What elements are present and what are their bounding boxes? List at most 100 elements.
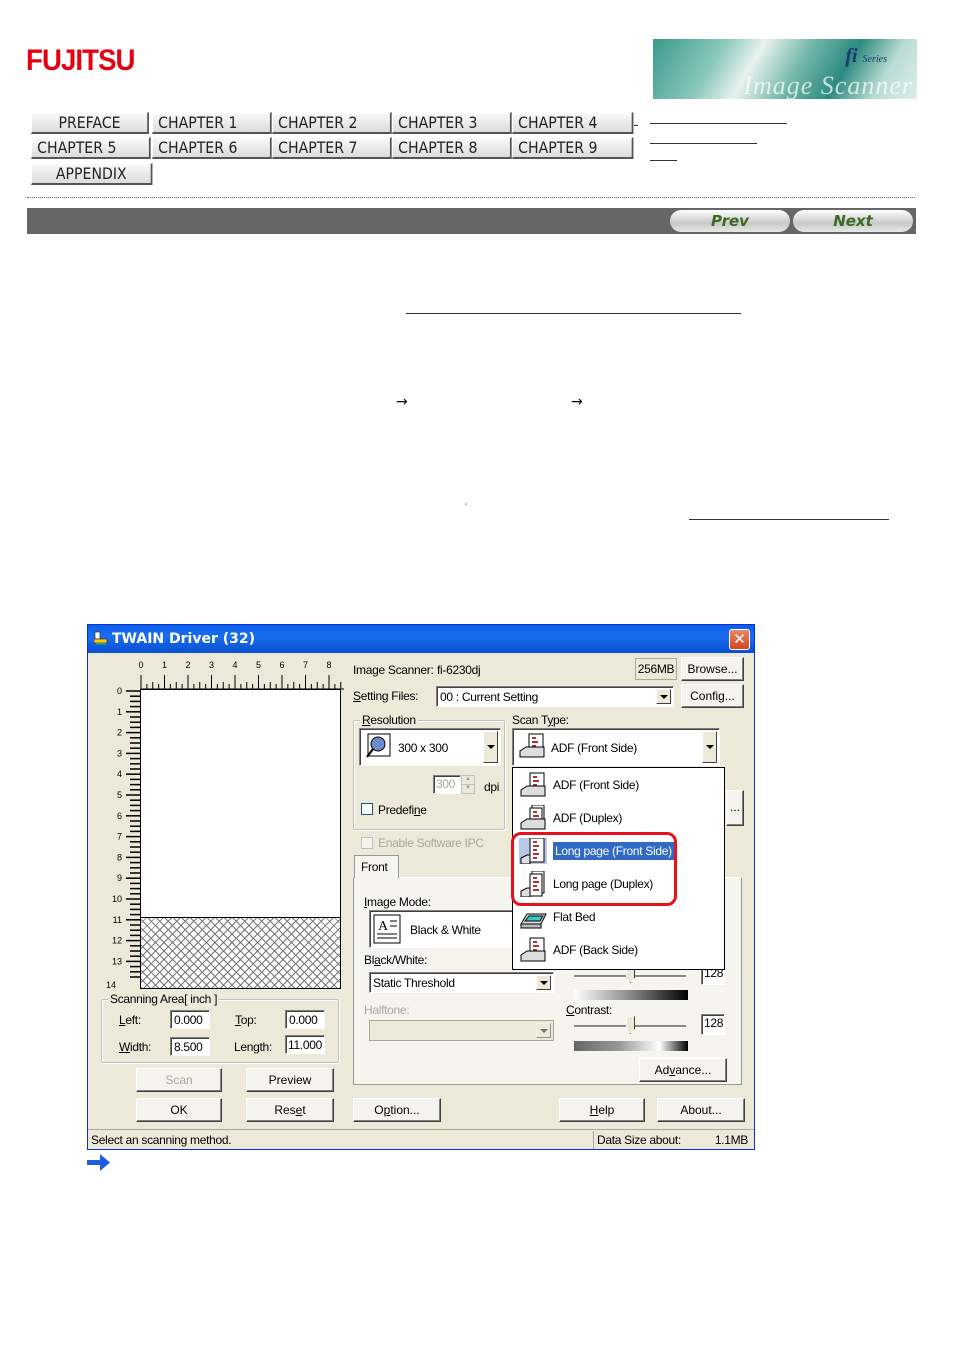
ruler-left-label: 4 xyxy=(117,769,122,779)
banner-word: Image Scanner xyxy=(743,71,913,99)
chevron-down-icon[interactable] xyxy=(702,731,717,763)
scan-type-dropdown[interactable]: ADF (Front Side) xyxy=(512,728,720,766)
nav-chapter-7[interactable]: CHAPTER 7 xyxy=(272,137,392,159)
ok-button[interactable]: OK xyxy=(136,1098,222,1122)
next-button[interactable]: Next xyxy=(793,210,913,232)
body-link-1[interactable] xyxy=(406,313,741,314)
setting-files-value: 00 : Current Setting xyxy=(440,690,539,704)
ruler-left-label: 9 xyxy=(117,873,122,883)
chevron-down-icon[interactable] xyxy=(656,689,671,704)
link-underline-1[interactable] xyxy=(650,123,787,124)
ruler-left-label: 6 xyxy=(117,811,122,821)
scan-type-option[interactable]: ADF (Back Side) xyxy=(513,933,722,966)
config-button[interactable]: Config... xyxy=(681,684,744,708)
ruler-top-label: 5 xyxy=(256,660,261,670)
scan-type-option-label: Flat Bed xyxy=(553,910,596,924)
chevron-down-icon[interactable] xyxy=(483,731,498,763)
spin-down-icon[interactable]: ▼ xyxy=(462,785,474,791)
dpi-input[interactable]: 300 xyxy=(433,775,461,794)
ruler-left-label: 10 xyxy=(112,894,122,904)
data-size-value: 1.1MB xyxy=(714,1133,748,1147)
left-label: Left: xyxy=(119,1013,141,1027)
link-underline-3[interactable] xyxy=(650,160,677,161)
nav-chapter-5[interactable]: CHAPTER 5 xyxy=(31,137,151,159)
predefine-checkbox[interactable] xyxy=(361,803,373,815)
link-underline-2[interactable] xyxy=(650,143,757,144)
ruler-top: 0 1 2 3 4 5 6 7 8 xyxy=(138,660,344,690)
prev-button[interactable]: Prev xyxy=(670,210,790,232)
dpi-spinner[interactable]: ▲ ▼ xyxy=(461,775,475,794)
spin-up-icon[interactable]: ▲ xyxy=(462,776,474,785)
nav-chapter-1[interactable]: CHAPTER 1 xyxy=(152,112,272,134)
image-mode-value: Black & White xyxy=(410,923,481,937)
ruler-top-label: 6 xyxy=(279,660,284,670)
resolution-title: Resolution xyxy=(360,713,418,727)
chevron-down-icon[interactable] xyxy=(536,975,551,990)
enable-ipc-label: Enable Software IPC xyxy=(378,836,484,850)
bw-dropdown[interactable]: Static Threshold xyxy=(369,972,554,993)
bw-label: Black/White: xyxy=(364,953,428,967)
option-button[interactable]: Option... xyxy=(353,1098,441,1122)
scan-button[interactable]: Scan xyxy=(136,1068,222,1092)
banner-brand: fi Series xyxy=(845,45,887,67)
ruler-left-label: 2 xyxy=(117,728,122,738)
ruler-left: 01234567891011121314 xyxy=(106,686,140,990)
ruler-top-label: 8 xyxy=(326,660,331,670)
scanning-area-title: Scanning Area[ inch ] xyxy=(108,992,220,1006)
tab-front[interactable]: Front xyxy=(354,855,399,878)
preview-button[interactable]: Preview xyxy=(246,1068,334,1092)
halftone-dropdown[interactable] xyxy=(369,1020,554,1041)
logo-text: FUJITSU xyxy=(26,44,135,77)
apostrophe-mark: ′ xyxy=(465,503,468,513)
preview-page-area[interactable] xyxy=(140,689,341,919)
help-button[interactable]: Help xyxy=(559,1098,645,1122)
nav-chapter-4[interactable]: CHAPTER 4 xyxy=(512,112,634,134)
nav-preface[interactable]: PREFACE xyxy=(31,112,149,134)
advance-button[interactable]: Advance... xyxy=(639,1058,727,1082)
scan-type-option[interactable]: ADF (Front Side) xyxy=(513,768,722,801)
nav-appendix[interactable]: APPENDIX xyxy=(31,163,153,185)
setting-files-label: Setting Files: xyxy=(353,689,419,703)
scan-type-label: Scan Type: xyxy=(512,713,569,727)
halftone-label: Halftone: xyxy=(364,1003,410,1017)
setting-files-dropdown[interactable]: 00 : Current Setting xyxy=(436,686,674,707)
image-mode-label: Image Mode: xyxy=(364,895,431,909)
reset-button[interactable]: Reset xyxy=(246,1098,334,1122)
enable-ipc-checkbox[interactable] xyxy=(361,837,373,849)
twain-driver-dialog: TWAIN Driver (32) ✕ 012345678 0123456789… xyxy=(87,624,755,1150)
length-input[interactable]: 11.000 xyxy=(285,1035,325,1054)
left-input[interactable]: 0.000 xyxy=(170,1010,210,1029)
width-label: Width: xyxy=(119,1040,152,1054)
adf-front-icon xyxy=(520,772,546,797)
status-bar: Select an scanning method. Data Size abo… xyxy=(88,1129,754,1150)
black-white-mode-icon: A xyxy=(373,914,401,944)
resolution-dropdown[interactable]: 300 x 300 xyxy=(359,728,501,766)
dialog-titlebar[interactable]: TWAIN Driver (32) ✕ xyxy=(88,625,754,653)
nav-chapter-8[interactable]: CHAPTER 8 xyxy=(392,137,512,159)
close-button[interactable]: ✕ xyxy=(729,629,750,650)
nav-chapter-9[interactable]: CHAPTER 9 xyxy=(512,137,634,159)
chevron-down-icon[interactable] xyxy=(536,1023,551,1038)
image-scanner-label: Image Scanner: xyxy=(353,663,434,677)
nav-chapter-6[interactable]: CHAPTER 6 xyxy=(152,137,272,159)
ruler-top-label: 3 xyxy=(209,660,214,670)
contrast-input[interactable]: 128 xyxy=(701,1014,725,1035)
scan-type-option-label: ADF (Duplex) xyxy=(553,811,623,825)
ellipsis-button[interactable]: ... xyxy=(726,790,744,826)
ruler-left-label: 3 xyxy=(117,748,122,758)
scan-type-option[interactable]: ADF (Duplex) xyxy=(513,801,722,834)
width-input[interactable]: 8.500 xyxy=(170,1037,210,1056)
browse-button[interactable]: Browse... xyxy=(681,657,744,681)
top-input[interactable]: 0.000 xyxy=(285,1010,325,1029)
ruler-top-label: 2 xyxy=(185,660,190,670)
about-button[interactable]: About... xyxy=(657,1098,745,1122)
resolution-value: 300 x 300 xyxy=(398,741,449,755)
body-link-2[interactable] xyxy=(689,519,889,520)
image-mode-dropdown[interactable]: A Black & White xyxy=(369,910,519,948)
nav-chapter-2[interactable]: CHAPTER 2 xyxy=(272,112,392,134)
nav-chapter-3[interactable]: CHAPTER 3 xyxy=(392,112,512,134)
length-label: Length: xyxy=(234,1040,272,1054)
dpi-unit: dpi xyxy=(484,780,500,794)
out-of-area-hatch xyxy=(140,917,341,989)
ruler-top-label: 1 xyxy=(162,660,167,670)
